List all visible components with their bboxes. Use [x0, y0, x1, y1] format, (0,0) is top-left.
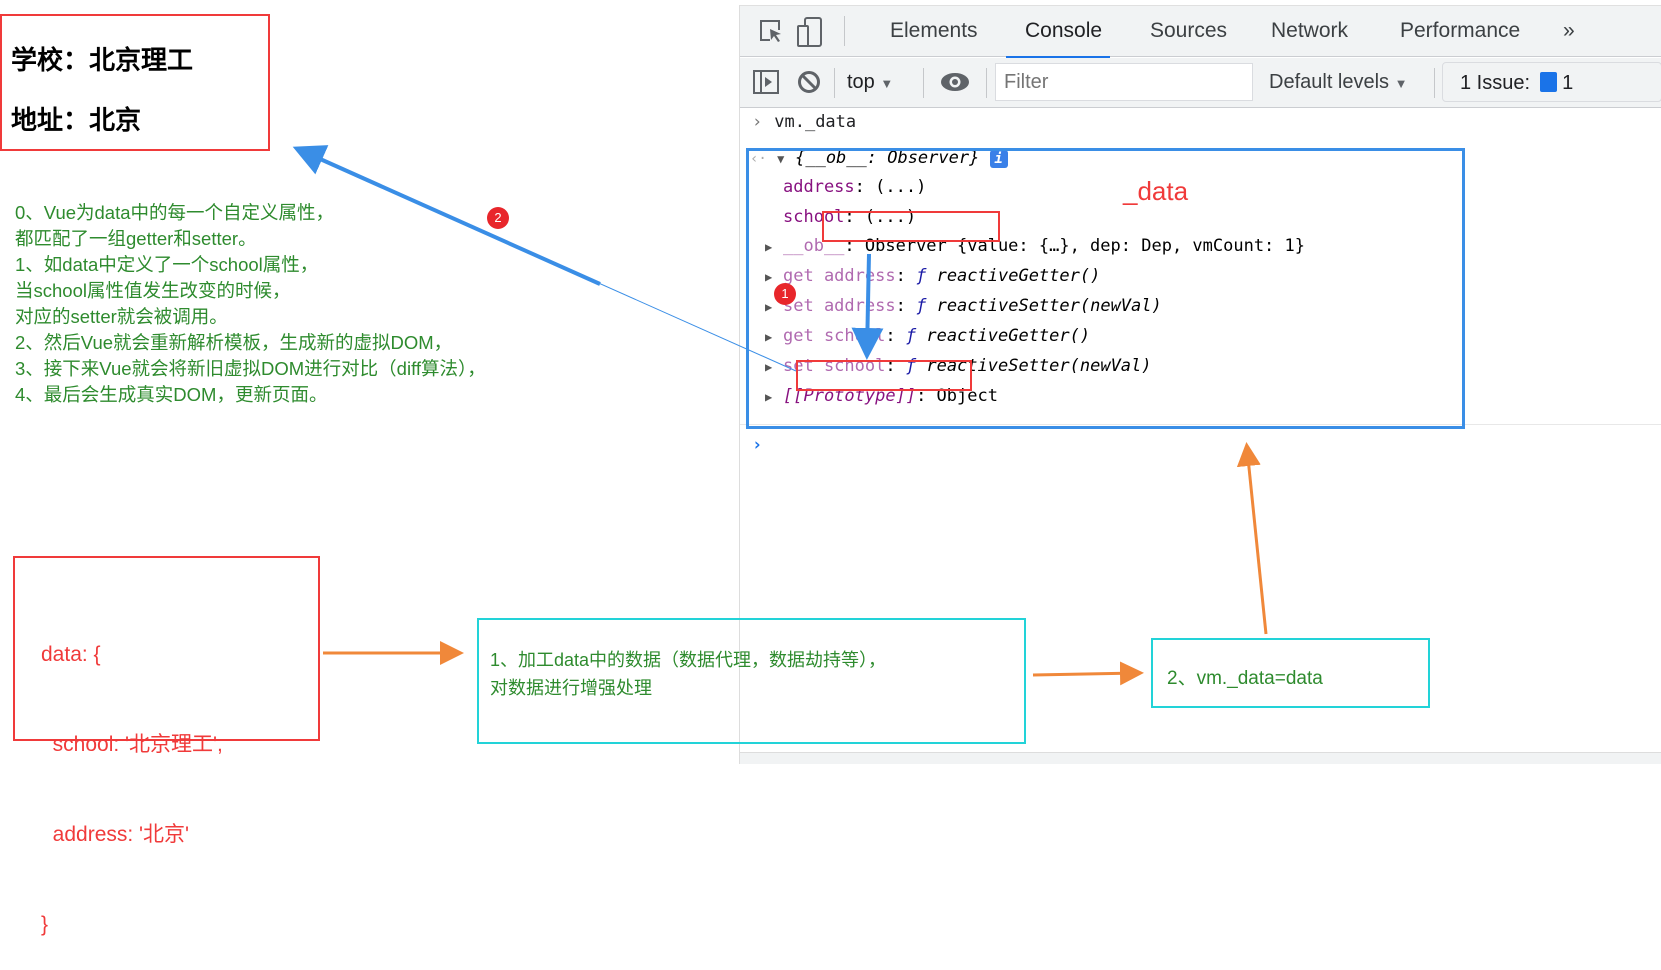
- arrow-assign-to-vm-data: [1236, 442, 1268, 635]
- arrow-setter-to-page-thick: [292, 145, 601, 286]
- arrow-school-to-setter: [851, 253, 884, 360]
- arrow-process-to-assign: [1032, 661, 1144, 686]
- annotation-arrows: [292, 145, 1268, 686]
- code-line: }: [41, 913, 49, 936]
- code-line: address: '北京': [41, 823, 190, 846]
